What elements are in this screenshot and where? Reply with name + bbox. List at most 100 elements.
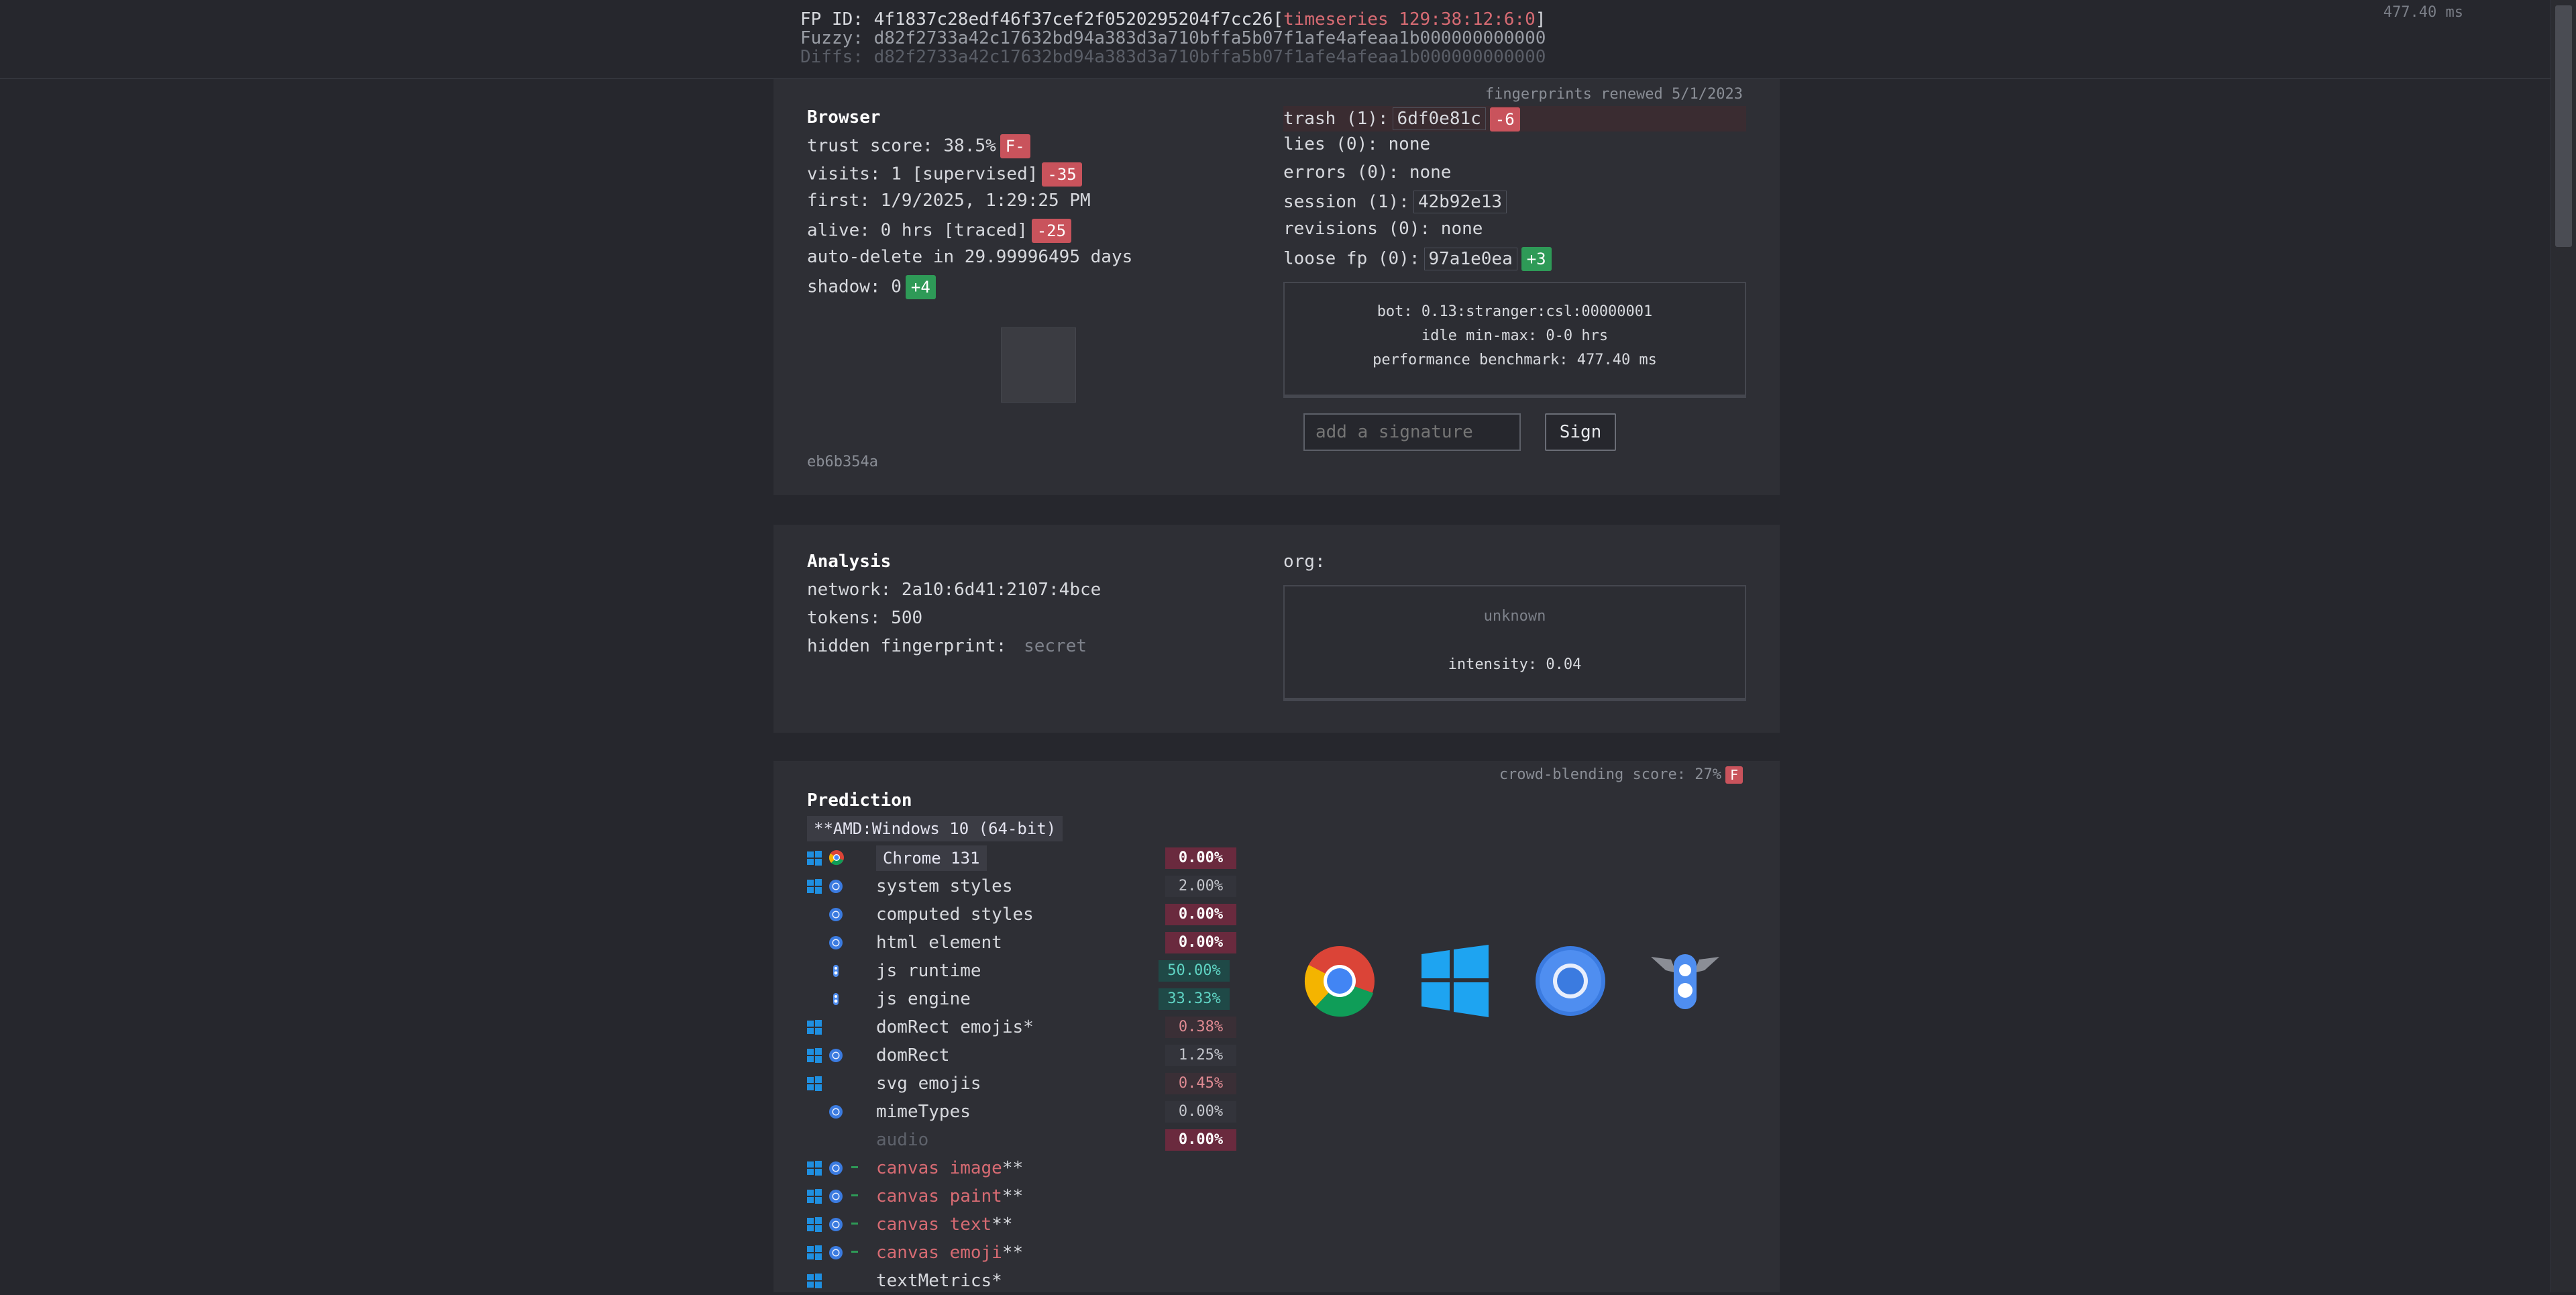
prediction-row-label: canvas paint**: [876, 1182, 1023, 1210]
prediction-row-name: canvas text: [876, 1214, 992, 1235]
fingerprint-header: FP ID: 4f1837c28edf46f37cef2f0520295204f…: [0, 0, 2551, 79]
v8-icon: [831, 964, 846, 978]
prediction-row-name: svg emojis: [876, 1074, 981, 1094]
trash-hash[interactable]: 6df0e81c: [1392, 107, 1486, 130]
revisions: revisions (0): none: [1283, 219, 1483, 239]
prediction-row-label: canvas emoji**: [876, 1239, 1023, 1267]
idle-readout: idle min-max: 0-0 hrs: [1421, 327, 1609, 344]
prediction-row-name: mimeTypes: [876, 1102, 971, 1122]
prediction-row-pct: 0.45%: [1165, 1073, 1236, 1094]
benchmark-readout: performance benchmark: 477.40 ms: [1373, 352, 1657, 368]
prediction-row-name: canvas emoji: [876, 1243, 1002, 1263]
prediction-row: system styles 2.00%: [807, 872, 1317, 900]
shadow-text: shadow: 0: [807, 276, 902, 297]
timeseries-link[interactable]: timeseries 129:38:12:6:0: [1283, 9, 1536, 30]
visits-text: visits: 1 [supervised]: [807, 164, 1038, 185]
shadow-delta-badge: +4: [905, 275, 936, 299]
windows-icon: [807, 1020, 822, 1035]
prediction-row-label: svg emojis: [876, 1070, 981, 1098]
chromium-icon: [828, 1245, 843, 1260]
session-label: session (1):: [1283, 192, 1409, 212]
prediction-row: js runtime 50.00%: [807, 957, 1317, 985]
fp-id-label: FP ID:: [800, 9, 863, 30]
prediction-row-pct: 0.00%: [1165, 1101, 1236, 1123]
v8-logo-icon: [1651, 950, 1719, 1015]
prediction-row-name: canvas image: [876, 1158, 1002, 1178]
prediction-row: audio 0.00%: [807, 1126, 1317, 1154]
prediction-row-name: domRect emojis*: [876, 1017, 1034, 1037]
chromium-icon: [828, 935, 843, 950]
prediction-row-suffix: **: [1002, 1243, 1024, 1263]
prediction-row: computed styles 0.00%: [807, 900, 1317, 929]
prediction-row-pct: 2.00%: [1165, 876, 1236, 897]
chromium-icon: [828, 907, 843, 922]
prediction-row-name: js runtime: [876, 961, 981, 981]
windows-icon: [807, 1217, 822, 1232]
prediction-row-pct: 50.00%: [1159, 960, 1230, 982]
prediction-row-suffix: **: [1002, 1158, 1024, 1178]
prediction-row: domRect 1.25%: [807, 1041, 1317, 1070]
loose-label: loose fp (0):: [1283, 248, 1420, 269]
prediction-title: Prediction: [807, 790, 912, 811]
windows-icon: [807, 1048, 822, 1063]
lies: lies (0): none: [1283, 134, 1431, 154]
chromium-icon: [828, 1104, 843, 1119]
trust-score: trust score: 38.5% F-: [807, 134, 1030, 158]
windows-icon: [807, 1189, 822, 1204]
chrome-chip: Chrome 131: [876, 845, 987, 871]
crowd-grade-badge: F: [1725, 766, 1743, 784]
fuzzy-line: Fuzzy: d82f2733a42c17632bd94a383d3a710bf…: [800, 28, 1546, 48]
scrollbar-thumb[interactable]: [2555, 5, 2572, 247]
chrome-pct: 0.00%: [1165, 847, 1236, 869]
chromium-icon: [828, 1048, 843, 1063]
prediction-row-name: domRect: [876, 1045, 950, 1066]
prediction-row: html element 0.00%: [807, 929, 1317, 957]
prediction-row-label: mimeTypes: [876, 1098, 971, 1126]
windows-logo-icon: [1421, 945, 1489, 1017]
os-label: **AMD:Windows 10 (64-bit): [807, 816, 1063, 841]
prediction-row-suffix: **: [991, 1214, 1013, 1235]
prediction-row: canvas emoji**: [807, 1239, 1317, 1267]
alive: alive: 0 hrs [traced] -25: [807, 219, 1072, 243]
session-hash[interactable]: 42b92e13: [1413, 191, 1507, 213]
crowd-blending: crowd-blending score: 27% F: [1499, 766, 1743, 784]
prediction-row-pct: 33.33%: [1159, 988, 1230, 1010]
chrome-icon: [828, 849, 844, 866]
chrome-label: Chrome 131: [876, 844, 987, 872]
windows-icon: [807, 1076, 822, 1091]
timing-readout: 477.40 ms: [2383, 4, 2463, 21]
trash-label: trash (1):: [1283, 109, 1389, 129]
tokens: tokens: 500: [807, 608, 923, 628]
browser-card: fingerprints renewed 5/1/2023 Browser tr…: [773, 79, 1780, 495]
prediction-row-name: audio: [876, 1130, 929, 1150]
loose-hash[interactable]: 97a1e0ea: [1424, 247, 1517, 270]
prediction-row: canvas paint**: [807, 1182, 1317, 1210]
trash-row: trash (1): 6df0e81c -6: [1283, 106, 1746, 132]
trash-delta-badge: -6: [1489, 107, 1520, 132]
fp-id-line: FP ID: 4f1837c28edf46f37cef2f0520295204f…: [800, 9, 1546, 30]
prediction-row-pct: 0.00%: [1165, 932, 1236, 953]
signature-input[interactable]: [1303, 413, 1521, 451]
vertical-scrollbar[interactable]: [2551, 0, 2576, 1292]
fuzzy-label: Fuzzy:: [800, 28, 863, 48]
network: network: 2a10:6d41:2107:4bce: [807, 580, 1102, 600]
prediction-row: js engine 33.33%: [807, 985, 1317, 1013]
prediction-card: crowd-blending score: 27% F Prediction **…: [773, 761, 1780, 1292]
prediction-row-name: canvas paint: [876, 1186, 1002, 1206]
prediction-row: canvas image**: [807, 1154, 1317, 1182]
prediction-row-label: audio: [876, 1126, 928, 1154]
prediction-row-label: domRect emojis*: [876, 1013, 1034, 1041]
hidden-fingerprint: hidden fingerprint: secret: [807, 636, 1087, 656]
match-dash-icon: [850, 1245, 865, 1260]
prediction-row: domRect emojis* 0.38%: [807, 1013, 1317, 1041]
windows-icon: [807, 1274, 822, 1288]
sign-button[interactable]: Sign: [1545, 413, 1616, 451]
chromium-logo-icon: [1534, 945, 1607, 1017]
fingerprint-preview: [1001, 327, 1076, 403]
alive-text: alive: 0 hrs [traced]: [807, 220, 1028, 241]
fp-id-value[interactable]: 4f1837c28edf46f37cef2f0520295204f7cc26: [874, 9, 1273, 30]
chrome-row: Chrome 131 0.00%: [807, 844, 1317, 872]
prediction-row-label: js engine: [876, 985, 971, 1013]
prediction-row-pct: 0.00%: [1165, 904, 1236, 925]
hidden-value: secret: [1024, 636, 1087, 656]
